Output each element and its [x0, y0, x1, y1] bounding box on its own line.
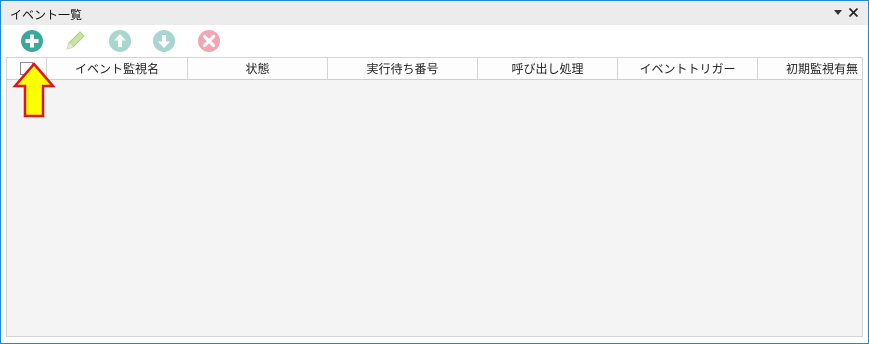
column-header-status[interactable]: 状態 — [188, 58, 328, 79]
column-header-event-name[interactable]: イベント監視名 — [47, 58, 188, 79]
delete-button[interactable] — [197, 29, 221, 53]
column-header-call-process[interactable]: 呼び出し処理 — [478, 58, 618, 79]
pencil-icon — [66, 31, 85, 50]
up-arrow-highlight-icon — [12, 62, 56, 118]
plus-circle-icon — [21, 30, 43, 52]
move-up-button[interactable] — [108, 29, 132, 53]
move-down-button[interactable] — [152, 29, 176, 53]
column-header-event-trigger[interactable]: イベントトリガー — [618, 58, 758, 79]
column-header-initial-monitoring[interactable]: 初期監視有無 — [758, 58, 862, 79]
panel-title: イベント一覧 — [10, 8, 83, 22]
panel-titlebar: イベント一覧 — [1, 1, 868, 25]
edit-button[interactable] — [63, 29, 87, 53]
arrow-down-circle-icon — [153, 30, 175, 52]
event-table: イベント監視名 状態 実行待ち番号 呼び出し処理 イベントトリガー 初期監視有無 — [6, 57, 863, 337]
arrow-up-circle-icon — [109, 30, 131, 52]
dropdown-triangle-icon[interactable] — [831, 5, 845, 19]
x-circle-icon — [198, 30, 220, 52]
toolbar — [1, 25, 868, 57]
close-icon[interactable] — [846, 5, 860, 19]
column-header-queue-number[interactable]: 実行待ち番号 — [328, 58, 478, 79]
event-list-panel: イベント一覧 イベント監視名 状態 実行待ち番号 呼び出し処理 イベントトリガー… — [0, 0, 869, 344]
add-button[interactable] — [20, 29, 44, 53]
table-header-row: イベント監視名 状態 実行待ち番号 呼び出し処理 イベントトリガー 初期監視有無 — [7, 58, 862, 80]
